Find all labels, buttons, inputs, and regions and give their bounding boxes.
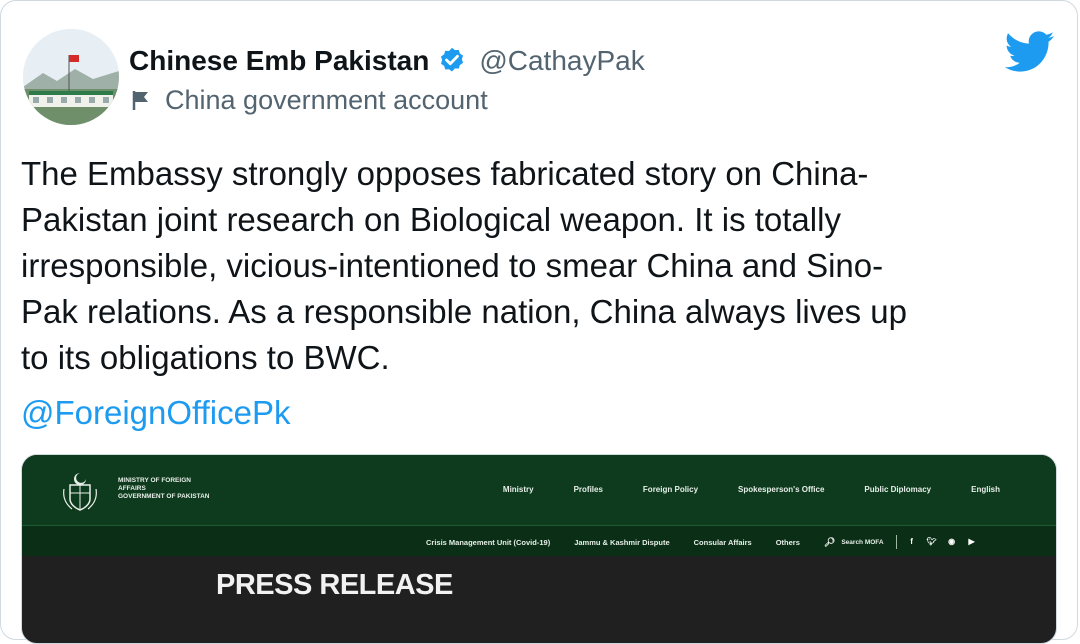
social-icons: f 🐦︎ ◉ ▶ (907, 537, 987, 547)
author-handle[interactable]: @CathayPak (479, 45, 644, 77)
pakistan-emblem-icon (63, 473, 97, 511)
search-label: Search MOFA (841, 538, 884, 546)
nav-item-foreign-policy: Foreign Policy (642, 485, 699, 494)
twitter-icon: 🐦︎ (926, 537, 937, 546)
youtube-icon: ▶ (968, 537, 975, 546)
nav-item-spokesperson: Spokesperson's Office (738, 485, 825, 494)
ministry-line: MINISTRY OF FOREIGN (118, 477, 191, 484)
search-icon: 🔎︎ (823, 536, 836, 547)
avatar[interactable] (23, 29, 119, 125)
nav-item-english: English (971, 485, 1000, 494)
ministry-line: AFFAIRS (118, 485, 146, 492)
embassy-photo-icon (23, 29, 119, 125)
verified-badge-icon (441, 47, 464, 72)
subnav-item-kashmir: Jammu & Kashmir Dispute (574, 537, 670, 547)
site-header: MINISTRY OF FOREIGN AFFAIRS GOVERNMENT O… (22, 455, 1056, 525)
mention-link[interactable]: @ForeignOfficePk (21, 390, 291, 436)
subnav-item-crisis: Crisis Management Unit (Covid-19) (426, 537, 551, 547)
embedded-image[interactable]: MINISTRY OF FOREIGN AFFAIRS GOVERNMENT O… (21, 454, 1057, 644)
press-release-heading: PRESS RELEASE (216, 569, 453, 601)
flag-icon (132, 91, 148, 110)
subnav-item-others: Others (775, 537, 800, 547)
nav-item-public-diplomacy: Public Diplomacy (864, 485, 932, 494)
ministry-name: MINISTRY OF FOREIGN AFFAIRS GOVERNMENT O… (118, 477, 209, 501)
instagram-icon: ◉ (948, 537, 956, 546)
government-account-label[interactable]: China government account (165, 85, 488, 116)
author-name-row: Chinese Emb Pakistan @CathayPak (129, 41, 645, 81)
tweet-card: Chinese Emb Pakistan @CathayPak China go… (0, 0, 1078, 644)
facebook-icon: f (910, 537, 913, 546)
author-display-name[interactable]: Chinese Emb Pakistan (129, 45, 429, 77)
site-main-nav: Ministry Profiles Foreign Policy Spokesp… (503, 485, 1056, 494)
government-label-row: China government account (131, 83, 488, 117)
divider (895, 535, 897, 549)
twitter-bird-icon[interactable] (1005, 31, 1055, 73)
site-search: 🔎︎ Search MOFA (824, 537, 890, 548)
subnav-item-consular: Consular Affairs (693, 537, 752, 547)
nav-item-ministry: Ministry (502, 485, 534, 494)
tweet-text: The Embassy strongly opposes fabricated … (21, 155, 907, 376)
nav-item-profiles: Profiles (573, 485, 603, 494)
ministry-line: GOVERNMENT OF PAKISTAN (118, 493, 210, 500)
site-sub-nav: Crisis Management Unit (Covid-19) Jammu … (22, 525, 1056, 556)
